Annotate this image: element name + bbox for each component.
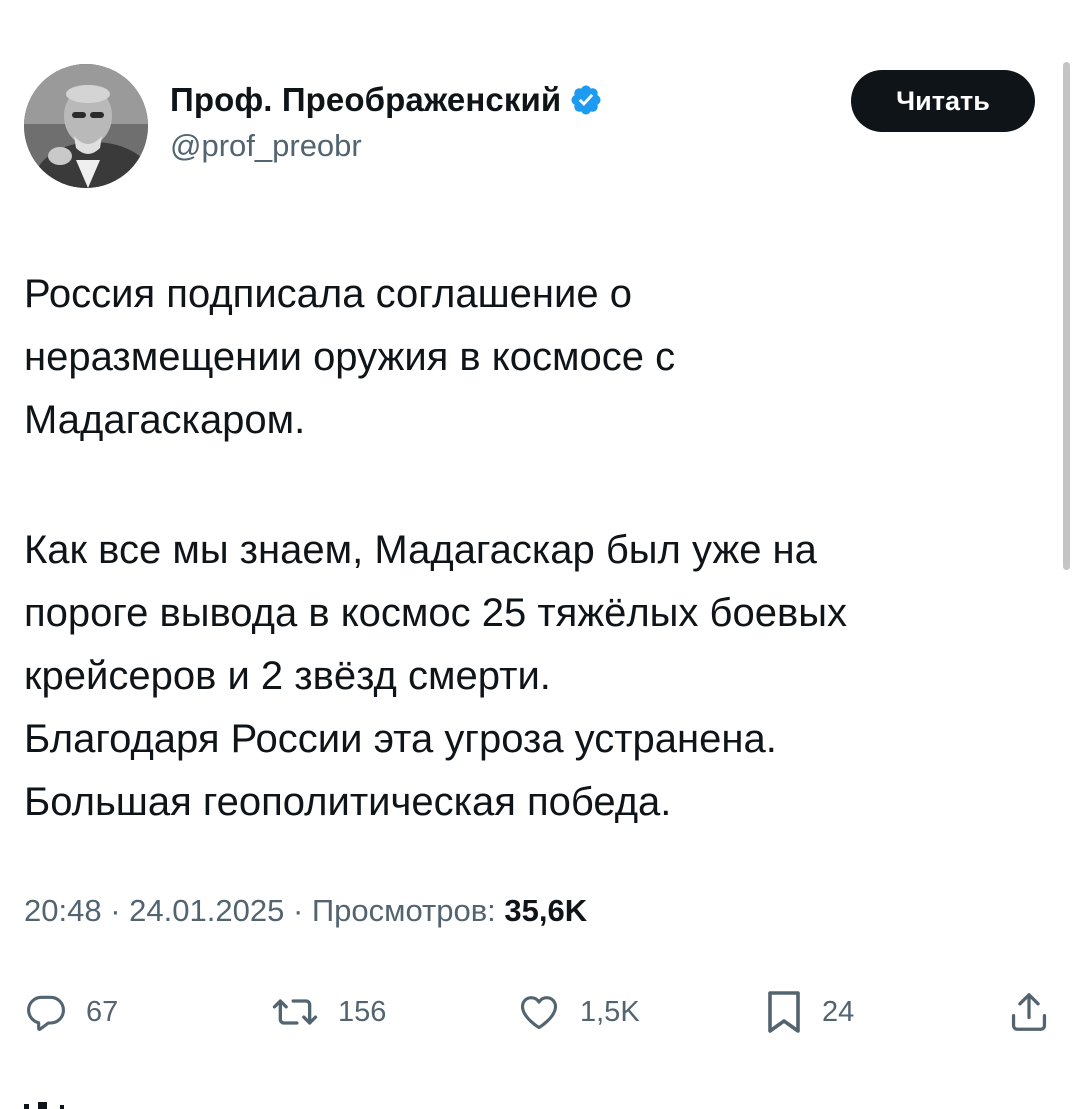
avatar[interactable]	[24, 64, 148, 188]
repost-button[interactable]: 156	[270, 984, 386, 1040]
display-name-row: Проф. Преображенский	[170, 78, 603, 122]
reply-button[interactable]: 67	[24, 984, 118, 1040]
tweet-text: Россия подписала соглашение о неразмещен…	[24, 263, 1044, 834]
author-handle[interactable]: @prof_preobr	[170, 128, 603, 164]
reply-count: 67	[86, 995, 119, 1028]
tweet-line: крейсеров и 2 звёзд смерти.	[24, 654, 551, 698]
tweet-header: Проф. Преображенский @prof_preobr Читать	[24, 64, 1044, 194]
follow-button[interactable]: Читать	[851, 70, 1035, 132]
tweet-line: неразмещении оружия в космосе с	[24, 335, 676, 379]
heart-icon	[520, 996, 558, 1030]
tweet-date[interactable]: 24.01.2025	[129, 893, 284, 928]
views-count[interactable]: 35,6K	[504, 893, 587, 928]
tweet-line: Мадагаскаром.	[24, 398, 306, 442]
like-count: 1,5K	[580, 995, 640, 1028]
display-name[interactable]: Проф. Преображенский	[170, 81, 561, 119]
like-button[interactable]: 1,5K	[516, 984, 640, 1040]
bookmark-button[interactable]: 24	[764, 984, 854, 1040]
meta-separator: ·	[110, 893, 121, 928]
bookmark-icon	[768, 991, 800, 1033]
tweet-line: Большая геополитическая победа.	[24, 780, 672, 824]
bookmark-count: 24	[822, 995, 855, 1028]
views-label: Просмотров:	[311, 893, 496, 928]
avatar-photo	[24, 64, 148, 188]
share-button[interactable]	[1009, 984, 1049, 1040]
next-content-edge	[24, 1096, 84, 1109]
share-icon	[1011, 993, 1047, 1031]
tweet-line: Россия подписала соглашение о	[24, 272, 632, 316]
meta-separator: ·	[292, 893, 304, 928]
tweet-line: Благодаря России эта угроза устранена.	[24, 717, 777, 761]
tweet-meta: 20:48 · 24.01.2025 · Просмотров: 35,6K	[24, 893, 587, 929]
reply-icon	[27, 995, 65, 1031]
repost-count: 156	[338, 995, 387, 1028]
author-names: Проф. Преображенский @prof_preobr	[170, 78, 603, 164]
repost-icon	[272, 999, 318, 1025]
tweet-line: пороге вывода в космос 25 тяжёлых боевых	[24, 591, 847, 635]
tweet-line: Как все мы знаем, Мадагаскар был уже на	[24, 528, 817, 572]
action-bar: 67 156 1,5K 24	[24, 984, 1064, 1040]
scrollbar[interactable]	[1063, 62, 1070, 570]
verified-badge-icon[interactable]	[569, 83, 603, 117]
tweet-time[interactable]: 20:48	[24, 893, 102, 928]
